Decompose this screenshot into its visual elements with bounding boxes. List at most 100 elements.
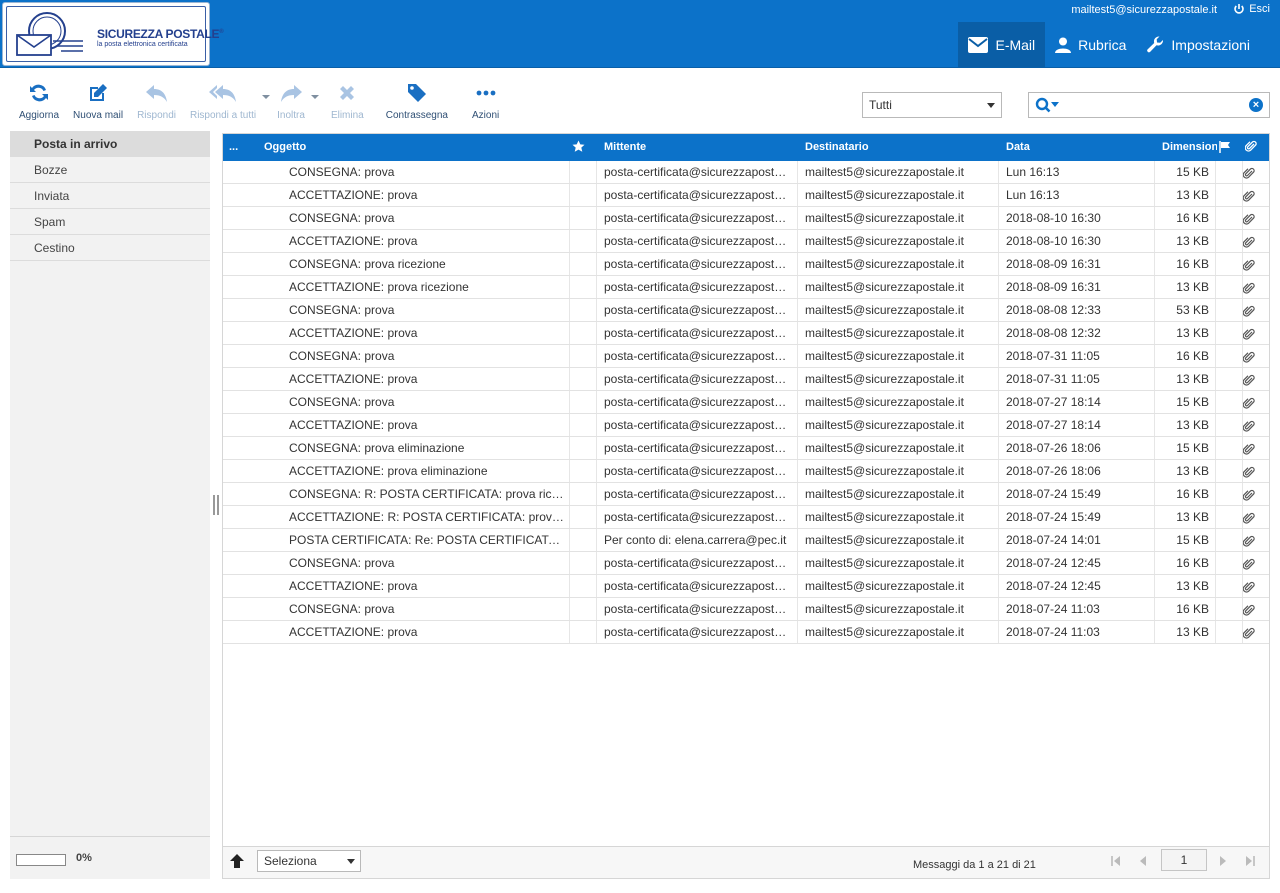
message-sender: posta-certificata@sicurezzapostale.it xyxy=(604,188,792,202)
message-size: 13 KB xyxy=(1176,510,1209,524)
prev-page-icon[interactable] xyxy=(1139,856,1147,866)
message-row[interactable]: CONSEGNA: prova posta-certificata@sicurez… xyxy=(223,552,1269,575)
logout-button[interactable]: Esci xyxy=(1233,3,1270,15)
forward-button[interactable]: Inoltra xyxy=(270,82,319,122)
sicurezza-postale-logo[interactable]: SICUREZZA POSTALE® la posta elettronica … xyxy=(2,2,224,66)
message-row[interactable]: POSTA CERTIFICATA: Re: POSTA CERTIFICATA… xyxy=(223,529,1269,552)
select-dropdown[interactable]: Seleziona xyxy=(257,850,361,872)
column-separator xyxy=(998,529,999,551)
message-sender: posta-certificata@sicurezzapostale.it xyxy=(604,418,792,432)
folder-trash[interactable]: Cestino xyxy=(10,235,210,261)
main-nav: E-Mail Rubrica Impostazioni xyxy=(958,22,1260,68)
nav-email[interactable]: E-Mail xyxy=(958,22,1046,68)
message-date: 2018-07-24 11:03 xyxy=(1006,602,1100,616)
actions-button[interactable]: Azioni xyxy=(458,82,513,122)
column-flag[interactable] xyxy=(1219,134,1235,161)
message-row[interactable]: CONSEGNA: prova posta-certificata@sicurez… xyxy=(223,207,1269,230)
message-grid: ... Oggetto Mittente Destinatario Data D… xyxy=(222,133,1270,879)
refresh-button[interactable]: Aggiorna xyxy=(12,82,66,122)
column-separator xyxy=(797,161,798,183)
message-row[interactable]: ACCETTAZIONE: prova posta-certificata@sic… xyxy=(223,184,1269,207)
message-row[interactable]: ACCETTAZIONE: prova posta-certificata@sic… xyxy=(223,414,1269,437)
message-row[interactable]: CONSEGNA: prova ricezione posta-certifica… xyxy=(223,253,1269,276)
filter-dropdown[interactable]: Tutti xyxy=(862,92,1002,118)
clear-search-icon[interactable]: × xyxy=(1249,98,1263,112)
nav-rubrica[interactable]: Rubrica xyxy=(1045,22,1136,68)
message-row[interactable]: CONSEGNA: prova posta-certificata@sicurez… xyxy=(223,161,1269,184)
folder-sent[interactable]: Inviata xyxy=(10,183,210,209)
arrow-up-icon[interactable] xyxy=(229,853,245,869)
message-row[interactable]: CONSEGNA: prova posta-certificata@sicurez… xyxy=(223,345,1269,368)
column-separator xyxy=(998,460,999,482)
message-row[interactable]: CONSEGNA: R: POSTA CERTIFICATA: prova ri… xyxy=(223,483,1269,506)
message-row[interactable]: ACCETTAZIONE: prova eliminazione posta-ce… xyxy=(223,460,1269,483)
message-recipient: mailtest5@sicurezzapostale.it xyxy=(805,579,964,593)
column-attachment[interactable] xyxy=(1245,134,1261,161)
message-row[interactable]: ACCETTAZIONE: prova posta-certificata@sic… xyxy=(223,230,1269,253)
column-separator xyxy=(596,437,597,459)
column-separator xyxy=(998,391,999,413)
nav-impostazioni[interactable]: Impostazioni xyxy=(1136,22,1260,68)
search-box: × xyxy=(1028,92,1270,118)
chevron-down-icon xyxy=(987,103,995,108)
column-separator xyxy=(569,575,570,597)
column-size[interactable]: Dimensione xyxy=(1162,134,1217,161)
new-mail-button[interactable]: Nuova mail xyxy=(66,82,130,122)
mark-button[interactable]: Contrassegna xyxy=(376,82,458,122)
attachment-indicator xyxy=(1243,211,1259,225)
column-separator xyxy=(596,345,597,367)
column-date[interactable]: Data xyxy=(1006,134,1146,161)
column-separator xyxy=(1215,483,1216,505)
message-sender: posta-certificata@sicurezzapostale.it xyxy=(604,510,792,524)
column-separator xyxy=(797,506,798,528)
column-menu-button[interactable]: ... xyxy=(229,134,249,161)
column-separator xyxy=(1215,437,1216,459)
column-separator xyxy=(569,621,570,643)
column-star[interactable] xyxy=(572,134,588,161)
message-row[interactable]: ACCETTAZIONE: prova posta-certificata@sic… xyxy=(223,368,1269,391)
page-number-input[interactable]: 1 xyxy=(1161,849,1207,871)
message-row[interactable]: ACCETTAZIONE: prova ricezione posta-certi… xyxy=(223,276,1269,299)
column-recipient[interactable]: Destinatario xyxy=(805,134,985,161)
search-input[interactable] xyxy=(1063,95,1243,115)
message-row[interactable]: CONSEGNA: prova posta-certificata@sicurez… xyxy=(223,391,1269,414)
column-separator xyxy=(797,184,798,206)
column-separator xyxy=(998,506,999,528)
message-date: 2018-07-24 12:45 xyxy=(1006,556,1101,570)
forward-caret-icon xyxy=(310,95,319,99)
last-page-icon[interactable] xyxy=(1245,856,1255,866)
message-row[interactable]: ACCETTAZIONE: R: POSTA CERTIFICATA: prov… xyxy=(223,506,1269,529)
message-row[interactable]: ACCETTAZIONE: prova posta-certificata@sic… xyxy=(223,621,1269,644)
grid-footer: Seleziona Messaggi da 1 a 21 di 21 1 xyxy=(223,846,1269,878)
message-date: 2018-07-31 11:05 xyxy=(1006,349,1100,363)
folder-drafts[interactable]: Bozze xyxy=(10,157,210,183)
quota-bar xyxy=(16,854,66,866)
folder-spam[interactable]: Spam xyxy=(10,209,210,235)
message-row[interactable]: CONSEGNA: prova posta-certificata@sicurez… xyxy=(223,598,1269,621)
column-separator xyxy=(1215,391,1216,413)
column-sender[interactable]: Mittente xyxy=(604,134,784,161)
panel-splitter[interactable] xyxy=(213,495,219,515)
message-row[interactable]: CONSEGNA: prova posta-certificata@sicurez… xyxy=(223,299,1269,322)
column-subject[interactable]: Oggetto xyxy=(264,134,464,161)
attachment-indicator xyxy=(1243,602,1259,616)
message-sender: posta-certificata@sicurezzapostale.it xyxy=(604,602,792,616)
reply-button[interactable]: Rispondi xyxy=(130,82,183,122)
next-page-icon[interactable] xyxy=(1219,856,1227,866)
folder-inbox[interactable]: Posta in arrivo xyxy=(10,131,210,157)
reply-all-button[interactable]: Rispondi a tutti xyxy=(183,82,271,122)
column-separator xyxy=(797,529,798,551)
message-row[interactable]: CONSEGNA: prova eliminazione posta-certif… xyxy=(223,437,1269,460)
message-row[interactable]: ACCETTAZIONE: prova posta-certificata@sic… xyxy=(223,575,1269,598)
message-count: Messaggi da 1 a 21 di 21 xyxy=(913,859,1036,871)
attachment-indicator xyxy=(1243,303,1259,317)
search-icon[interactable] xyxy=(1035,97,1061,113)
first-page-icon[interactable] xyxy=(1111,856,1121,866)
message-sender: posta-certificata@sicurezzapostale.it xyxy=(604,372,792,386)
column-separator xyxy=(1215,345,1216,367)
paperclip-icon xyxy=(1243,558,1255,570)
message-subject: CONSEGNA: prova xyxy=(289,395,395,409)
paperclip-icon xyxy=(1243,466,1255,478)
message-row[interactable]: ACCETTAZIONE: prova posta-certificata@sic… xyxy=(223,322,1269,345)
delete-button[interactable]: Elimina xyxy=(319,82,376,122)
